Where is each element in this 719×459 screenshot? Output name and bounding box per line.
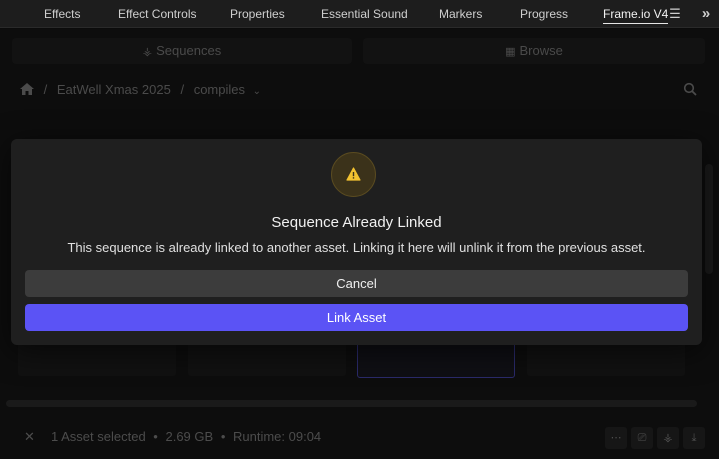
horizontal-scrollbar[interactable]	[6, 400, 697, 407]
sequence-link-icon[interactable]: ⚶	[657, 427, 679, 449]
selection-footer: ✕ 1 Asset selected • 2.69 GB • Runtime: …	[0, 421, 719, 459]
close-icon[interactable]: ✕	[24, 429, 35, 445]
warning-icon	[346, 167, 361, 181]
sequences-label: Sequences	[156, 43, 222, 58]
stack-icon[interactable]: ⎚	[631, 427, 653, 449]
tab-progress[interactable]: Progress	[520, 0, 568, 28]
grid-icon: ▦	[505, 46, 516, 58]
dialog-message: This sequence is already linked to anoth…	[67, 240, 646, 255]
breadcrumb-project[interactable]: EatWell Xmas 2025	[57, 82, 171, 97]
home-icon[interactable]	[20, 83, 34, 95]
tab-properties[interactable]: Properties	[230, 0, 285, 28]
breadcrumb-separator: /	[180, 82, 185, 97]
vertical-scrollbar[interactable]	[705, 164, 713, 274]
cancel-button[interactable]: Cancel	[25, 270, 688, 297]
sequence-linked-dialog: Sequence Already Linked This sequence is…	[11, 139, 702, 345]
browse-label: Browse	[519, 43, 563, 58]
tab-effect-controls[interactable]: Effect Controls	[118, 0, 196, 28]
selection-summary: 1 Asset selected • 2.69 GB • Runtime: 09…	[51, 429, 321, 444]
selection-runtime: Runtime: 09:04	[233, 429, 322, 444]
tab-markers[interactable]: Markers	[439, 0, 482, 28]
tab-frameio-v4[interactable]: Frame.io V4	[603, 0, 669, 28]
breadcrumb-folder[interactable]: compiles	[194, 82, 245, 97]
breadcrumb: / EatWell Xmas 2025 / compiles ⌄	[20, 81, 261, 99]
tab-overflow-icon[interactable]: »	[698, 5, 714, 23]
selection-count: 1 Asset selected	[51, 429, 146, 444]
search-icon[interactable]	[683, 82, 697, 96]
download-icon[interactable]: ⤓	[683, 427, 705, 449]
dialog-title: Sequence Already Linked	[271, 214, 442, 231]
selection-size: 2.69 GB	[165, 429, 214, 444]
footer-dot: •	[153, 429, 158, 444]
link-asset-button[interactable]: Link Asset	[25, 304, 688, 331]
more-options-icon[interactable]: ⋯	[605, 427, 627, 449]
chevron-down-icon[interactable]: ⌄	[253, 86, 261, 97]
footer-dot: •	[220, 429, 226, 444]
tab-effects[interactable]: Effects	[44, 0, 80, 28]
warning-badge	[331, 152, 376, 197]
sequences-segment[interactable]: ⚶ Sequences	[12, 38, 352, 64]
browse-segment[interactable]: ▦ Browse	[363, 38, 705, 64]
panel-tab-bar: Effects Effect Controls Properties Essen…	[0, 0, 719, 28]
sequences-icon: ⚶	[142, 46, 153, 58]
breadcrumb-separator: /	[43, 82, 48, 97]
panel-menu-icon[interactable]: ☰	[668, 6, 682, 22]
tab-essential-sound[interactable]: Essential Sound	[321, 0, 408, 28]
